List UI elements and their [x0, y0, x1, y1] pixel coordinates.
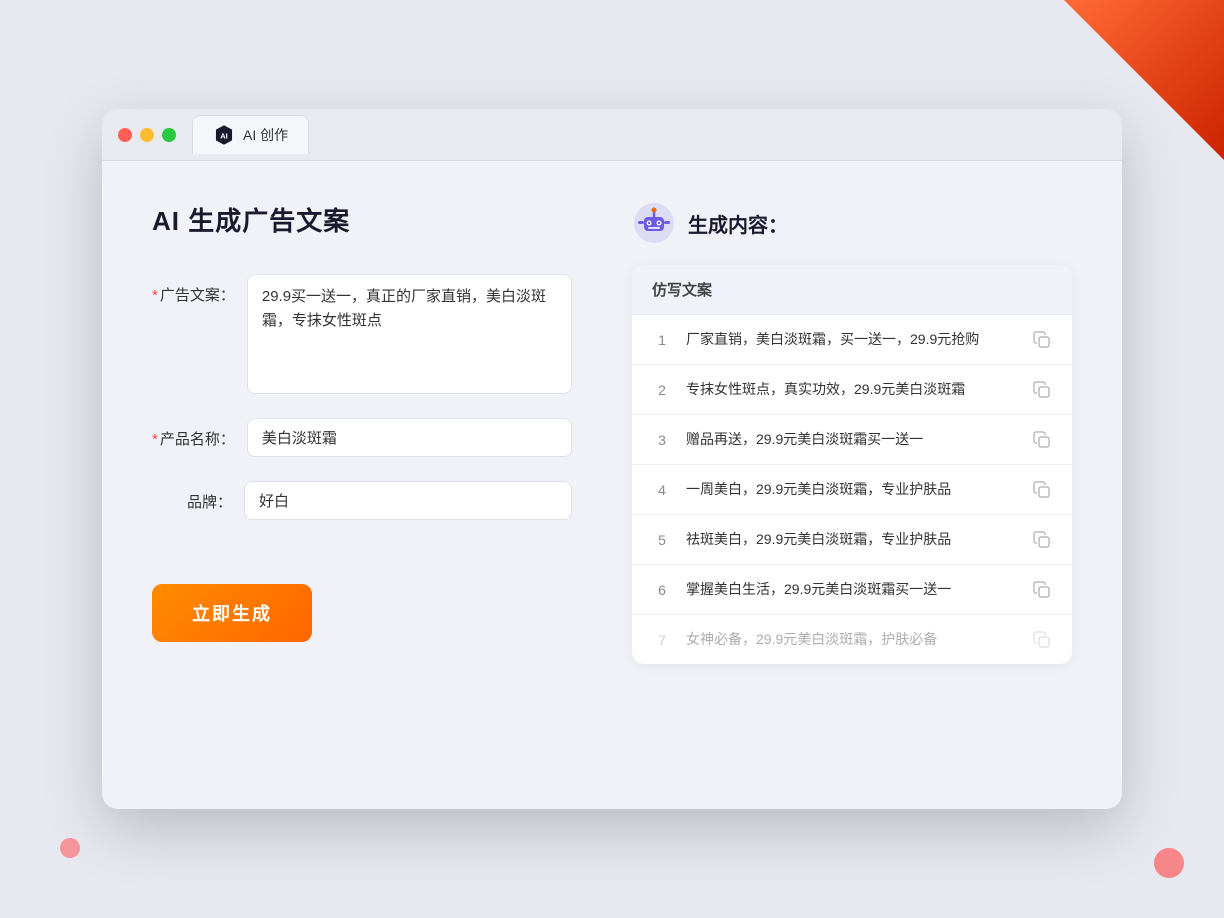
ad-copy-required: *: [152, 287, 158, 304]
ad-copy-label: *广告文案：: [152, 274, 235, 305]
result-rows-container: 1 厂家直销，美白淡斑霜，买一送一，29.9元抢购 2 专抹女性斑点，真实功效，…: [632, 315, 1072, 664]
row-text: 女神必备，29.9元美白淡斑霜，护肤必备: [686, 629, 1018, 650]
ai-creation-tab[interactable]: AI AI 创作: [192, 115, 309, 154]
result-row: 7 女神必备，29.9元美白淡斑霜，护肤必备: [632, 615, 1072, 664]
maximize-button[interactable]: [162, 128, 176, 142]
product-name-label: *产品名称：: [152, 418, 235, 449]
result-header: 生成内容：: [632, 201, 1072, 245]
row-text: 专抹女性斑点，真实功效，29.9元美白淡斑霜: [686, 379, 1018, 400]
copy-icon[interactable]: [1032, 580, 1052, 600]
right-panel: 生成内容： 仿写文案 1 厂家直销，美白淡斑霜，买一送一，29.9元抢购 2 专…: [632, 201, 1072, 664]
robot-icon: [632, 201, 676, 245]
copy-icon[interactable]: [1032, 530, 1052, 550]
title-bar: AI AI 创作: [102, 109, 1122, 161]
ad-copy-input[interactable]: [247, 274, 572, 394]
product-name-input[interactable]: [247, 418, 572, 457]
row-text: 赠品再送，29.9元美白淡斑霜买一送一: [686, 429, 1018, 450]
result-row: 5 祛斑美白，29.9元美白淡斑霜，专业护肤品: [632, 515, 1072, 565]
ai-tab-icon: AI: [213, 124, 235, 146]
row-number: 1: [652, 332, 672, 348]
svg-text:AI: AI: [220, 131, 228, 140]
result-table: 仿写文案 1 厂家直销，美白淡斑霜，买一送一，29.9元抢购 2 专抹女性斑点，…: [632, 265, 1072, 664]
brand-label: 品牌：: [152, 481, 232, 512]
window-controls: [118, 128, 176, 142]
left-panel: AI 生成广告文案 *广告文案： *产品名称： 品牌： 立: [152, 201, 572, 664]
brand-input[interactable]: [244, 481, 572, 520]
result-row: 1 厂家直销，美白淡斑霜，买一送一，29.9元抢购: [632, 315, 1072, 365]
row-text: 掌握美白生活，29.9元美白淡斑霜买一送一: [686, 579, 1018, 600]
copy-icon[interactable]: [1032, 480, 1052, 500]
product-name-group: *产品名称：: [152, 418, 572, 457]
row-number: 7: [652, 632, 672, 648]
row-number: 2: [652, 382, 672, 398]
content-area: AI 生成广告文案 *广告文案： *产品名称： 品牌： 立: [102, 161, 1122, 704]
result-row: 3 赠品再送，29.9元美白淡斑霜买一送一: [632, 415, 1072, 465]
generate-button[interactable]: 立即生成: [152, 584, 312, 642]
result-row: 2 专抹女性斑点，真实功效，29.9元美白淡斑霜: [632, 365, 1072, 415]
row-text: 厂家直销，美白淡斑霜，买一送一，29.9元抢购: [686, 329, 1018, 350]
row-number: 5: [652, 532, 672, 548]
ad-copy-group: *广告文案：: [152, 274, 572, 394]
bg-decoration-bottom-right: [1154, 848, 1184, 878]
copy-icon[interactable]: [1032, 630, 1052, 650]
close-button[interactable]: [118, 128, 132, 142]
product-name-required: *: [152, 431, 158, 448]
copy-icon[interactable]: [1032, 330, 1052, 350]
brand-group: 品牌：: [152, 481, 572, 520]
row-number: 3: [652, 432, 672, 448]
row-number: 6: [652, 582, 672, 598]
row-text: 祛斑美白，29.9元美白淡斑霜，专业护肤品: [686, 529, 1018, 550]
tab-label: AI 创作: [243, 125, 288, 145]
bg-decoration-bottom-left: [60, 838, 80, 858]
result-row: 6 掌握美白生活，29.9元美白淡斑霜买一送一: [632, 565, 1072, 615]
row-text: 一周美白，29.9元美白淡斑霜，专业护肤品: [686, 479, 1018, 500]
result-row: 4 一周美白，29.9元美白淡斑霜，专业护肤品: [632, 465, 1072, 515]
minimize-button[interactable]: [140, 128, 154, 142]
copy-icon[interactable]: [1032, 430, 1052, 450]
result-table-header: 仿写文案: [632, 265, 1072, 315]
page-title: AI 生成广告文案: [152, 201, 572, 238]
copy-icon[interactable]: [1032, 380, 1052, 400]
result-title: 生成内容：: [688, 209, 788, 238]
row-number: 4: [652, 482, 672, 498]
browser-window: AI AI 创作 AI 生成广告文案 *广告文案： *产品名称：: [102, 109, 1122, 809]
